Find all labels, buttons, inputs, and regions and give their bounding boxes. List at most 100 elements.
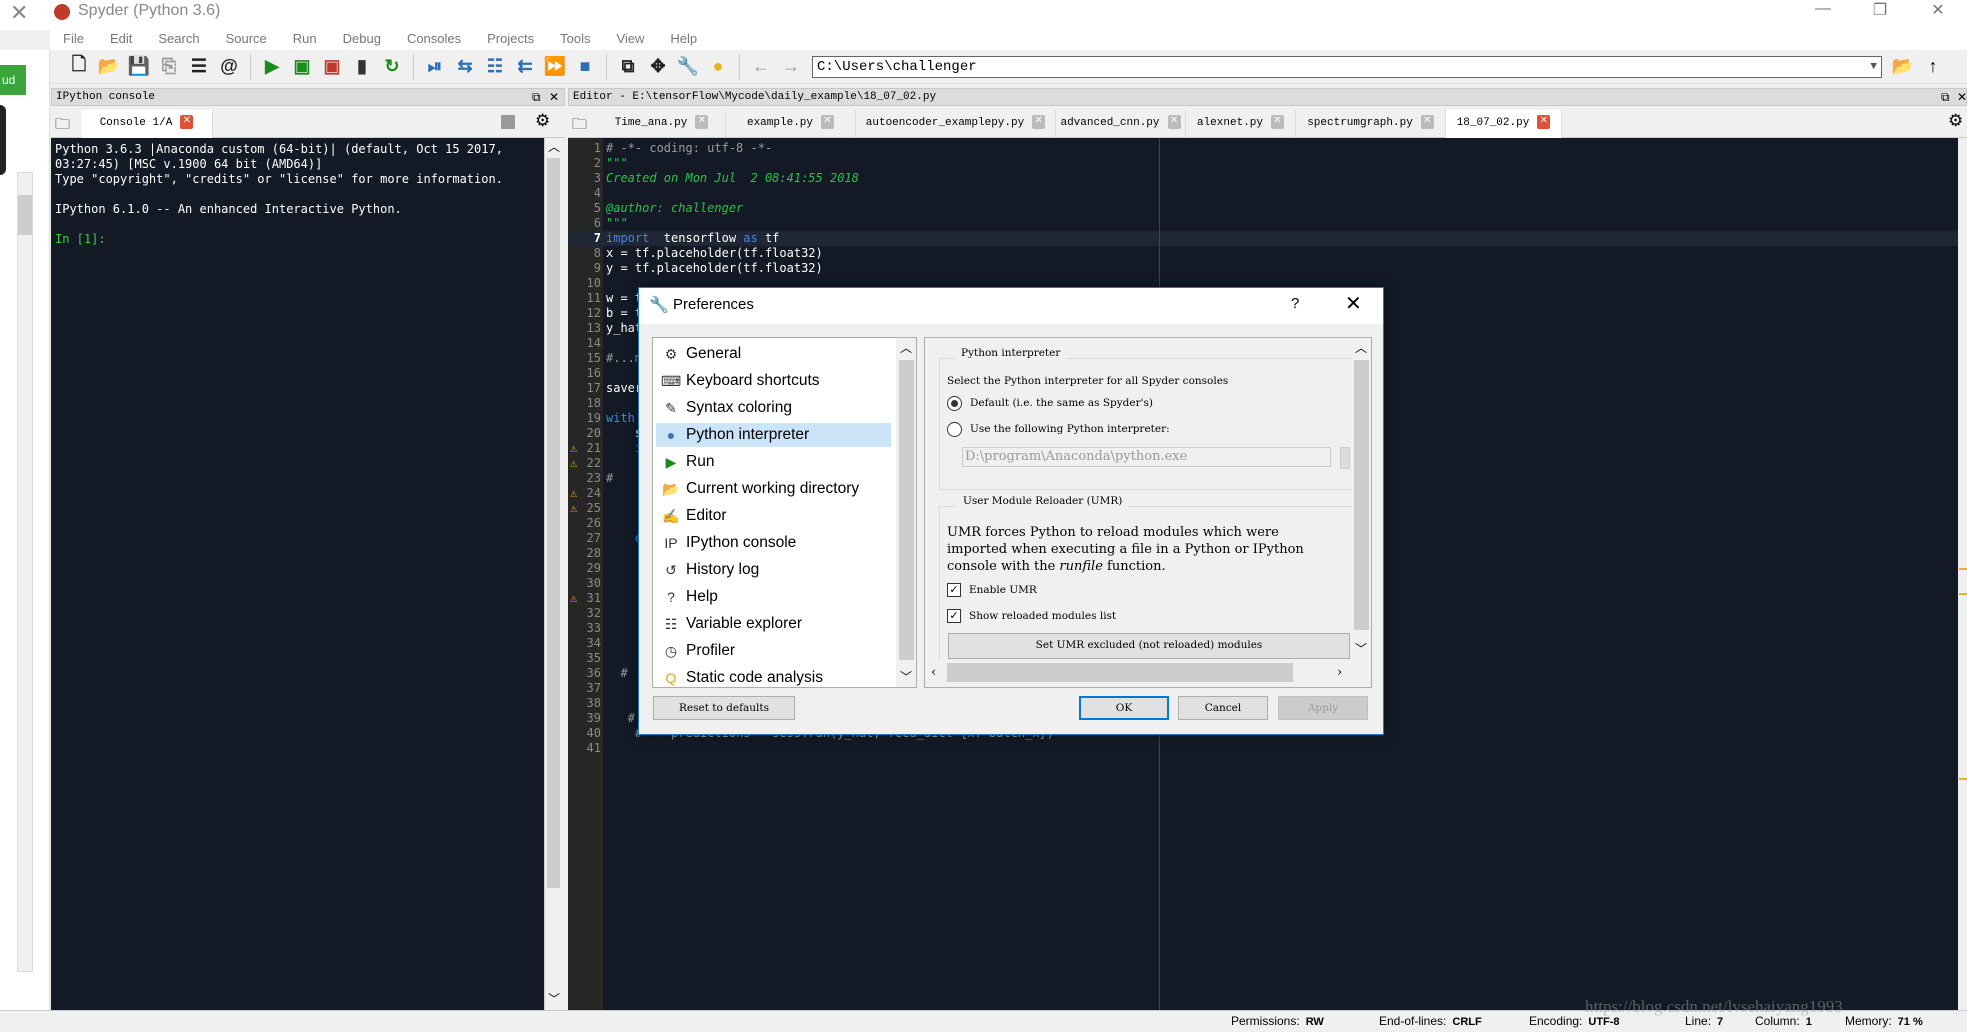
editor-tab[interactable]: advanced_cnn.py ✕ [1056, 110, 1186, 138]
menu-view[interactable]: View [603, 28, 657, 50]
warning-icon[interactable]: ⚠ [570, 591, 577, 606]
menu-debug[interactable]: Debug [330, 28, 394, 50]
browse-interpreter-button[interactable] [1340, 447, 1350, 469]
close-tab-icon[interactable]: ✕ [1032, 115, 1046, 130]
editor-tab[interactable]: Time_ana.py ✕ [598, 110, 726, 138]
category-profiler[interactable]: ◷ Profiler [656, 639, 891, 663]
undock-icon[interactable]: ⧉ [1941, 89, 1950, 105]
category-variable-explorer[interactable]: ☷ Variable explorer [656, 612, 891, 636]
scroll-down-icon[interactable]: ﹀ [1355, 640, 1367, 657]
rerun-icon[interactable]: ↻ [379, 54, 405, 80]
reset-defaults-button[interactable]: Reset to defaults [653, 696, 795, 720]
outline-list-icon[interactable]: ☰ [186, 54, 212, 80]
console-output[interactable]: Python 3.6.3 |Anaconda custom (64-bit)| … [51, 138, 544, 1010]
show-reloaded-checkbox[interactable]: ✓ [947, 609, 961, 623]
code-line[interactable]: 1 # -*- coding: utf-8 -*- [568, 141, 1958, 156]
close-tab-icon[interactable]: ✕ [1167, 115, 1181, 130]
menu-source[interactable]: Source [213, 28, 280, 50]
interpreter-path-input[interactable]: D:\program\Anaconda\python.exe [962, 447, 1331, 467]
close-icon[interactable]: ✕ [10, 0, 28, 26]
scrollbar-thumb[interactable] [899, 360, 914, 660]
apply-button[interactable]: Apply [1278, 696, 1368, 720]
category-syntax-coloring[interactable]: ✎ Syntax coloring [656, 396, 891, 420]
category-current-working-directory[interactable]: 📂 Current working directory [656, 477, 891, 501]
maximize-pane-icon[interactable]: ⧉ [615, 54, 641, 80]
scrollbar-thumb[interactable] [947, 663, 1293, 682]
warning-icon[interactable]: ⚠ [570, 441, 577, 456]
close-tab-icon[interactable]: ✕ [1537, 115, 1551, 130]
working-directory-input[interactable]: C:\Users\challenger ▼ [812, 55, 1882, 78]
step-into-icon[interactable]: ☷ [482, 54, 508, 80]
menu-file[interactable]: File [50, 28, 97, 50]
panel-horizontal-scrollbar[interactable]: ‹ › [925, 660, 1371, 687]
browse-directory-icon[interactable]: 📂 [1890, 54, 1916, 80]
menu-edit[interactable]: Edit [97, 28, 145, 50]
parent-directory-icon[interactable]: ↑ [1920, 54, 1946, 80]
scroll-down-icon[interactable]: ﹀ [548, 990, 560, 1007]
menu-run[interactable]: Run [280, 28, 330, 50]
new-file-icon[interactable]: 🗋 [66, 54, 92, 80]
close-window-button[interactable]: ✕ [1918, 0, 1958, 20]
background-green-button[interactable]: ud [0, 65, 26, 95]
close-tab-icon[interactable]: ✕ [1271, 115, 1284, 130]
menu-tools[interactable]: Tools [547, 28, 603, 50]
scroll-up-icon[interactable]: ︿ [548, 138, 560, 155]
scroll-down-icon[interactable]: ﹀ [900, 668, 912, 685]
python-path-icon[interactable]: ● [705, 54, 731, 80]
browse-tabs-icon[interactable]: 🗀 [572, 114, 587, 139]
scroll-up-icon[interactable]: ︿ [1355, 339, 1367, 356]
editor-tab[interactable]: spectrumgraph.py ✕ [1296, 110, 1446, 138]
chevron-down-icon[interactable]: ▼ [1870, 57, 1877, 77]
stop-kernel-icon[interactable] [501, 115, 515, 129]
code-line[interactable]: 41 [568, 741, 1958, 756]
cancel-button[interactable]: Cancel [1178, 696, 1268, 720]
code-line[interactable]: 5 @author: challenger [568, 201, 1958, 216]
step-icon[interactable]: ⇆ [452, 54, 478, 80]
editor-tab[interactable]: alexnet.py ✕ [1186, 110, 1296, 138]
close-pane-icon[interactable]: ✕ [549, 89, 559, 105]
warning-icon[interactable]: ⚠ [570, 456, 577, 471]
open-folder-icon[interactable]: 📂 [96, 54, 122, 80]
close-dialog-button[interactable]: ✕ [1345, 291, 1362, 316]
code-line[interactable]: 6 """ [568, 216, 1958, 231]
at-icon[interactable]: @ [216, 54, 242, 80]
category-list-scrollbar[interactable]: ︿ ﹀ [896, 338, 916, 687]
enable-umr-checkbox[interactable]: ✓ [947, 583, 961, 597]
code-line[interactable]: 8 x = tf.placeholder(tf.float32) [568, 246, 1958, 261]
browse-tabs-icon[interactable]: 🗀 [55, 114, 70, 139]
category-keyboard-shortcuts[interactable]: ⌨ Keyboard shortcuts [656, 369, 891, 393]
umr-excluded-button[interactable]: Set UMR excluded (not reloaded) modules [948, 633, 1350, 659]
forward-arrow-icon[interactable]: → [778, 54, 804, 80]
category-history-log[interactable]: ↺ History log [656, 558, 891, 582]
close-pane-icon[interactable]: ✕ [1957, 89, 1967, 105]
console-scrollbar-thumb[interactable] [547, 158, 560, 888]
close-tab-icon[interactable]: ✕ [180, 115, 194, 130]
warning-icon[interactable]: ⚠ [570, 501, 577, 516]
menu-help[interactable]: Help [657, 28, 710, 50]
custom-interpreter-radio[interactable] [947, 422, 962, 437]
background-scrollbar-thumb[interactable] [18, 195, 32, 235]
continue-icon[interactable]: ⏩ [542, 54, 568, 80]
save-icon[interactable]: 💾 [126, 54, 152, 80]
menu-consoles[interactable]: Consoles [394, 28, 474, 50]
editor-tab[interactable]: 18_07_02.py ✕ [1446, 110, 1562, 138]
close-tab-icon[interactable]: ✕ [821, 115, 834, 130]
console-scrollbar[interactable]: ︿ ﹀ [544, 138, 562, 1010]
close-tab-icon[interactable]: ✕ [695, 115, 709, 130]
category-ipython-console[interactable]: IP IPython console [656, 531, 891, 555]
minimize-button[interactable]: — [1803, 0, 1843, 18]
gear-icon[interactable]: ⚙ [1948, 111, 1963, 131]
ok-button[interactable]: OK [1079, 696, 1169, 720]
panel-vertical-scrollbar[interactable]: ︿ ﹀ [1352, 338, 1371, 660]
undock-icon[interactable]: ⧉ [532, 89, 541, 105]
menu-projects[interactable]: Projects [474, 28, 547, 50]
code-line[interactable]: 7 import tensorflow as tf [568, 231, 1958, 246]
run-cell-advance-icon[interactable]: ▣ [319, 54, 345, 80]
wrench-icon[interactable]: 🔧 [675, 54, 701, 80]
code-line[interactable]: 2 """ [568, 156, 1958, 171]
editor-tab[interactable]: autoencoder_examplepy.py ✕ [856, 110, 1056, 138]
category-static-code-analysis[interactable]: Q Static code analysis [656, 666, 891, 690]
run-cell-icon[interactable]: ▣ [289, 54, 315, 80]
tab-console-1a[interactable]: Console 1/A ✕ [81, 110, 213, 138]
maximize-button[interactable]: ❐ [1860, 0, 1900, 20]
